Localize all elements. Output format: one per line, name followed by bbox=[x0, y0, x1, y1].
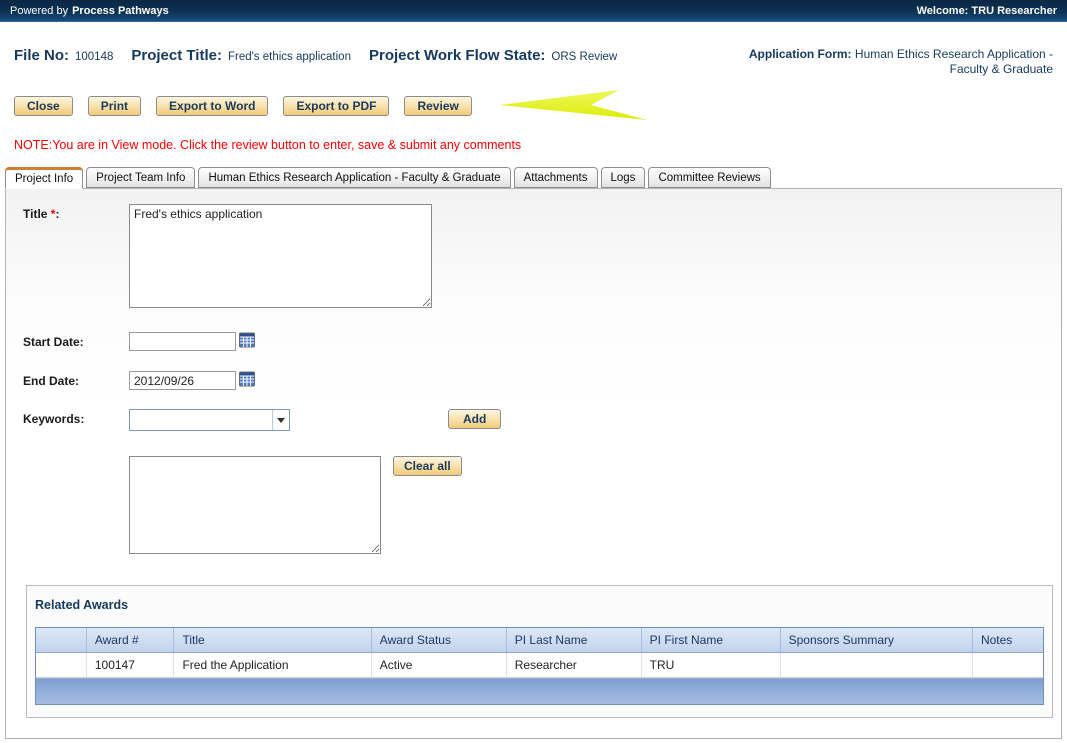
end-date-row: End Date: bbox=[23, 371, 1053, 390]
column-header-pi-first-name: PI First Name bbox=[641, 628, 780, 653]
top-bar: Powered by Process Pathways Welcome: TRU … bbox=[0, 0, 1067, 22]
column-header-sponsors-summary: Sponsors Summary bbox=[780, 628, 972, 653]
project-info-panel: Title *: Fred's ethics application Start… bbox=[5, 188, 1062, 739]
close-button[interactable]: Close bbox=[14, 96, 73, 116]
award-cell-award-status: Active bbox=[371, 653, 506, 678]
title-label-text: Title bbox=[23, 207, 47, 221]
tab-bar: Project InfoProject Team InfoHuman Ethic… bbox=[5, 167, 1062, 188]
keywords-row: Keywords: Add bbox=[23, 409, 1053, 431]
column-header-pi-last-name: PI Last Name bbox=[506, 628, 641, 653]
powered-by-label: Powered by bbox=[10, 5, 68, 17]
clear-all-button[interactable]: Clear all bbox=[393, 456, 462, 476]
start-date-row: Start Date: bbox=[23, 332, 1053, 351]
welcome-text: Welcome: TRU Researcher bbox=[917, 5, 1057, 17]
export-to-word-button[interactable]: Export to Word bbox=[156, 96, 268, 116]
awards-footer-cell bbox=[36, 678, 1043, 704]
keywords-select-arrow-button[interactable] bbox=[272, 410, 289, 430]
workflow-state-value: ORS Review bbox=[551, 51, 617, 63]
record-header: File No: 100148 Project Title: Fred's et… bbox=[14, 47, 1053, 77]
keywords-label: Keywords: bbox=[23, 409, 129, 426]
tab-project-team-info[interactable]: Project Team Info bbox=[86, 167, 195, 188]
tab-committee-reviews[interactable]: Committee Reviews bbox=[648, 167, 770, 188]
start-date-label: Start Date: bbox=[23, 332, 129, 349]
tab-human-ethics-research-application-faculty-graduate[interactable]: Human Ethics Research Application - Facu… bbox=[198, 167, 510, 188]
view-mode-note: NOTE:You are in View mode. Click the rev… bbox=[14, 138, 1053, 152]
related-awards-heading: Related Awards bbox=[35, 596, 1044, 612]
keywords-select[interactable] bbox=[129, 409, 290, 431]
column-header-title: Title bbox=[174, 628, 371, 653]
project-title-value: Fred's ethics application bbox=[228, 51, 351, 63]
award-cell-blank bbox=[36, 653, 86, 678]
award-cell-pi-last-name: Researcher bbox=[506, 653, 641, 678]
keywords-list-spacer bbox=[23, 456, 129, 459]
column-header-notes: Notes bbox=[972, 628, 1043, 653]
title-label: Title *: bbox=[23, 204, 129, 221]
file-no-label: File No: bbox=[14, 47, 69, 64]
award-cell-notes bbox=[972, 653, 1043, 678]
related-awards-table-wrap: Award #TitleAward StatusPI Last NamePI F… bbox=[35, 627, 1044, 705]
award-cell-award: 100147 bbox=[86, 653, 174, 678]
brand-name: Process Pathways bbox=[72, 5, 169, 17]
toolbar: Close Print Export to Word Export to PDF Rev… bbox=[14, 90, 1053, 122]
tab-logs[interactable]: Logs bbox=[601, 167, 646, 188]
highlight-arrow-icon bbox=[499, 90, 649, 122]
powered-by-text: Powered by Process Pathways bbox=[10, 5, 169, 17]
chevron-down-icon bbox=[277, 418, 285, 423]
record-header-left: File No: 100148 Project Title: Fred's et… bbox=[14, 47, 635, 77]
column-header-blank bbox=[36, 628, 86, 653]
award-cell-sponsors-summary bbox=[780, 653, 972, 678]
export-to-pdf-button[interactable]: Export to PDF bbox=[283, 96, 389, 116]
start-date-input[interactable] bbox=[129, 332, 236, 351]
title-textarea[interactable]: Fred's ethics application bbox=[129, 204, 432, 308]
tab-attachments[interactable]: Attachments bbox=[514, 167, 598, 188]
title-row: Title *: Fred's ethics application bbox=[23, 204, 1053, 308]
application-form-info: Application Form: Human Ethics Research … bbox=[743, 47, 1053, 77]
end-date-label: End Date: bbox=[23, 371, 129, 388]
file-no-value: 100148 bbox=[75, 51, 113, 63]
application-form-value: Human Ethics Research Application - Facu… bbox=[855, 47, 1053, 76]
award-row[interactable]: 100147Fred the ApplicationActiveResearch… bbox=[36, 653, 1043, 678]
workflow-state-label: Project Work Flow State: bbox=[369, 47, 545, 64]
column-header-award: Award # bbox=[86, 628, 174, 653]
review-button[interactable]: Review bbox=[404, 96, 471, 116]
keywords-list-row: Clear all bbox=[23, 456, 1053, 554]
title-label-colon: : bbox=[55, 207, 59, 221]
award-cell-title: Fred the Application bbox=[174, 653, 371, 678]
application-form-label: Application Form: bbox=[749, 47, 852, 61]
end-date-calendar-icon[interactable] bbox=[239, 371, 255, 387]
related-awards-table: Award #TitleAward StatusPI Last NamePI F… bbox=[36, 628, 1043, 704]
keywords-select-value bbox=[130, 410, 272, 430]
related-awards-section: Related Awards Award #TitleAward StatusP… bbox=[26, 585, 1053, 718]
add-keyword-button[interactable]: Add bbox=[448, 409, 501, 429]
awards-footer-bar bbox=[36, 678, 1043, 704]
start-date-calendar-icon[interactable] bbox=[239, 332, 255, 348]
print-button[interactable]: Print bbox=[88, 96, 141, 116]
end-date-input[interactable] bbox=[129, 371, 236, 390]
tab-project-info[interactable]: Project Info bbox=[5, 167, 83, 189]
column-header-award-status: Award Status bbox=[371, 628, 506, 653]
awards-header-row: Award #TitleAward StatusPI Last NamePI F… bbox=[36, 628, 1043, 653]
keywords-list-textarea[interactable] bbox=[129, 456, 381, 554]
project-title-label: Project Title: bbox=[131, 47, 222, 64]
award-cell-pi-first-name: TRU bbox=[641, 653, 780, 678]
